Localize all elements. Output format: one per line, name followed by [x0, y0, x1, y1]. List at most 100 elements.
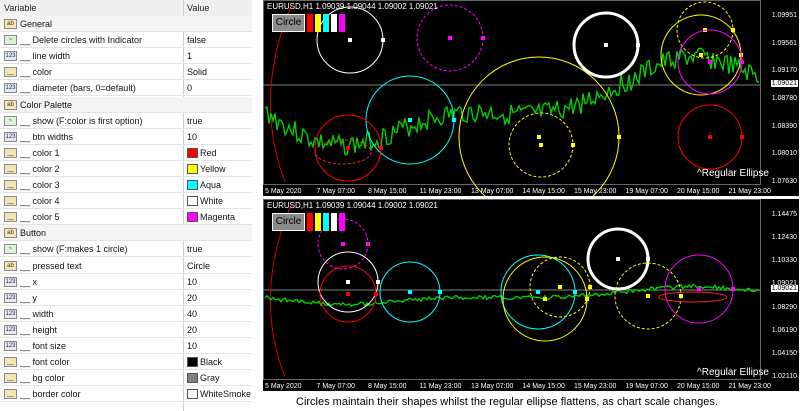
drawn-circle-4[interactable]	[379, 261, 442, 323]
x-axis-label: 21 May 23:00	[728, 383, 771, 390]
color-button-1[interactable]	[307, 213, 313, 231]
drawn-circle-10[interactable]	[416, 4, 485, 72]
chart-title: EURUSD,H1 1.09039 1.09044 1.09002 1.0902…	[267, 201, 438, 210]
color-button-5[interactable]	[339, 14, 345, 32]
property-value[interactable]: Solid	[187, 67, 207, 77]
property-row[interactable]: 123 __ width 40	[0, 306, 252, 322]
drawn-circle-5[interactable]	[677, 104, 744, 170]
color-button-3[interactable]	[323, 213, 329, 231]
property-value[interactable]: 1	[187, 51, 192, 61]
drawn-circle-8[interactable]	[614, 262, 683, 330]
property-value[interactable]: 10	[187, 277, 197, 287]
circle-button[interactable]: Circle	[272, 213, 305, 231]
property-group[interactable]: ab Button	[0, 225, 252, 242]
variable-column-header: Variable	[4, 3, 37, 13]
property-row[interactable]: __ __ font color Black	[0, 354, 252, 371]
y-axis-label: 1.06190	[771, 326, 797, 334]
x-axis-label: 20 May 15:00	[677, 383, 720, 390]
property-row[interactable]: 123 __ line width 1	[0, 48, 252, 65]
color-button-3[interactable]	[323, 14, 329, 32]
property-row[interactable]: 123 __ x 10	[0, 274, 252, 290]
regular-ellipse[interactable]	[658, 291, 728, 303]
property-row[interactable]: 123 __ font size 10	[0, 338, 252, 354]
property-row[interactable]: ab __ pressed text Circle	[0, 258, 252, 274]
property-row[interactable]: __ __ color 4 White	[0, 193, 252, 210]
property-row[interactable]: __ __ color 1 Red	[0, 145, 252, 161]
value-column-header: Value	[187, 3, 210, 13]
drawn-circle-3[interactable]	[319, 265, 378, 323]
property-value[interactable]: 40	[187, 309, 197, 319]
color-type-icon: __	[4, 357, 17, 368]
drawn-circle-8[interactable]	[508, 112, 575, 178]
property-row[interactable]: ~ __ show (F:makes 1 circle) true	[0, 241, 252, 258]
property-value[interactable]: 10	[187, 341, 197, 351]
property-value[interactable]: Aqua	[200, 180, 221, 190]
color-swatch	[187, 163, 198, 174]
color-button-4[interactable]	[331, 213, 337, 231]
property-value[interactable]: 20	[187, 325, 197, 335]
x-axis-label: 14 May 15:00	[522, 188, 565, 195]
property-row[interactable]: 123 __ y 20	[0, 290, 252, 306]
property-name: __ x	[20, 276, 38, 287]
drawn-circle-6[interactable]	[365, 75, 456, 165]
color-button-4[interactable]	[331, 14, 337, 32]
property-group[interactable]: ab Color Palette	[0, 96, 252, 113]
property-value[interactable]: Circle	[187, 261, 210, 271]
x-axis-label: 11 May 23:00	[419, 383, 462, 390]
property-row[interactable]: __ __ color 3 Aqua	[0, 177, 252, 193]
chart-bottom[interactable]: EURUSD,H1 1.09039 1.09044 1.09002 1.0902…	[263, 199, 799, 391]
property-group[interactable]: ab General	[0, 16, 252, 32]
color-button-5[interactable]	[339, 213, 345, 231]
property-name: __ btn widths	[20, 131, 74, 142]
price-tag: 1.09021	[770, 80, 798, 87]
property-row[interactable]: ~ __ show (F:color is first option) true	[0, 113, 252, 129]
property-value[interactable]: Black	[200, 357, 222, 367]
chart-top[interactable]: EURUSD,H1 1.09039 1.09044 1.09002 1.0902…	[263, 0, 799, 196]
property-value[interactable]: White	[200, 196, 223, 206]
color-button-2[interactable]	[315, 14, 321, 32]
color-button-1[interactable]	[307, 14, 313, 32]
property-value[interactable]: WhiteSmoke	[200, 389, 251, 399]
text-type-icon: ab	[4, 19, 17, 29]
circle-button[interactable]: Circle	[272, 14, 305, 32]
property-row[interactable]: __ __ color Solid	[0, 64, 252, 81]
y-axis-label: 1.08290	[771, 303, 797, 311]
property-row[interactable]: 123 __ diameter (bars, 0=default) 0	[0, 80, 252, 97]
drawn-circle-2[interactable]	[660, 14, 743, 96]
x-axis-label: 5 May 2020	[265, 383, 302, 390]
property-name: __ width	[20, 308, 54, 319]
property-value[interactable]: true	[187, 244, 203, 254]
color-button-2[interactable]	[315, 213, 321, 231]
property-row[interactable]: 123 __ btn widths 10	[0, 129, 252, 145]
property-row[interactable]: __ __ color 2 Yellow	[0, 161, 252, 177]
color-type-icon: __	[4, 180, 17, 190]
color-swatch	[187, 180, 198, 190]
x-axis-label: 5 May 2020	[265, 188, 302, 195]
drawn-circle-7[interactable]	[529, 256, 592, 318]
number-type-icon: 123	[4, 292, 17, 303]
drawn-circle-1[interactable]	[572, 11, 640, 79]
property-row[interactable]: __ __ bg color Gray	[0, 370, 252, 387]
x-axis-label: 8 May 15:00	[368, 188, 407, 195]
property-value[interactable]: Yellow	[200, 164, 226, 174]
properties-panel: Variable Value ab General ~ __ Delete circl…	[0, 0, 252, 411]
color-swatch	[187, 196, 198, 207]
property-value[interactable]: Red	[200, 148, 217, 158]
property-row[interactable]: 123 __ height 20	[0, 322, 252, 338]
property-row[interactable]: __ __ border color WhiteSmoke	[0, 386, 252, 403]
property-value[interactable]: false	[187, 35, 206, 45]
property-value[interactable]: Magenta	[200, 212, 235, 222]
property-value[interactable]: Gray	[200, 373, 220, 383]
property-row[interactable]: ~ __ Delete circles with Indicator false	[0, 32, 252, 49]
drawn-circle-7[interactable]	[458, 56, 621, 196]
property-row[interactable]: __ __ color 5 Magenta	[0, 209, 252, 226]
x-axis-label: 13 May 07:00	[471, 188, 514, 195]
drawn-circle-2[interactable]	[317, 251, 380, 313]
property-value[interactable]: 0	[187, 83, 192, 93]
bool-type-icon: ~	[4, 35, 17, 46]
drawn-circle-11[interactable]	[314, 114, 383, 182]
color-swatch	[187, 373, 198, 384]
property-value[interactable]: 20	[187, 293, 197, 303]
property-value[interactable]: true	[187, 116, 203, 126]
property-value[interactable]: 10	[187, 132, 197, 142]
